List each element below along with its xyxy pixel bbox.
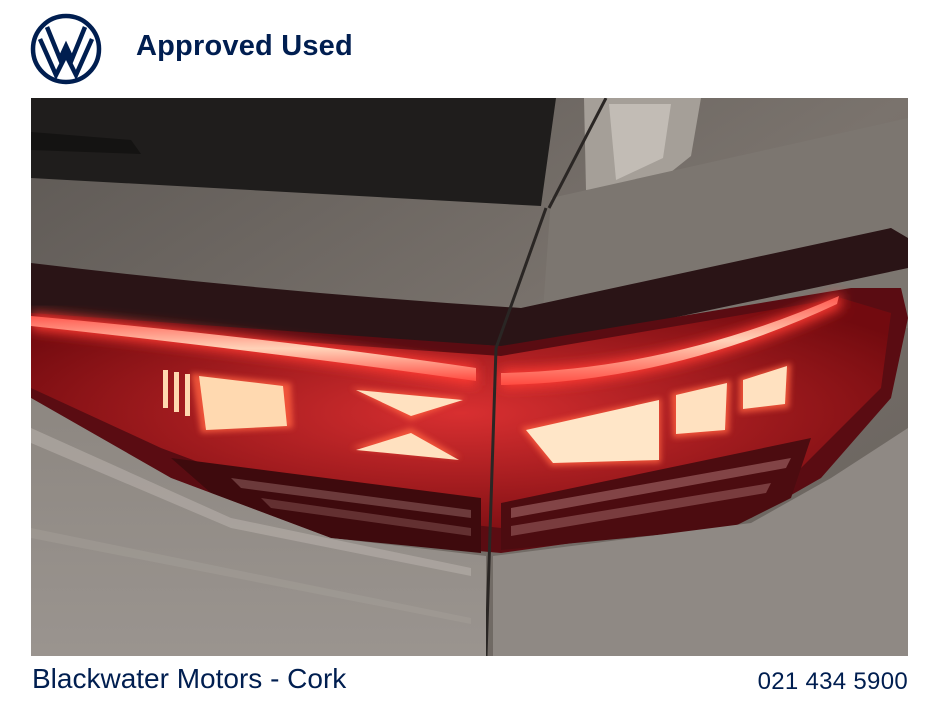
- dealer-phone[interactable]: 021 434 5900: [758, 668, 908, 696]
- car-tail-light-image: [31, 98, 908, 656]
- volkswagen-logo-icon[interactable]: [30, 13, 102, 85]
- page-title: Approved Used: [136, 30, 353, 62]
- dealer-name: Blackwater Motors - Cork: [32, 663, 347, 694]
- header: Approved Used: [0, 0, 938, 98]
